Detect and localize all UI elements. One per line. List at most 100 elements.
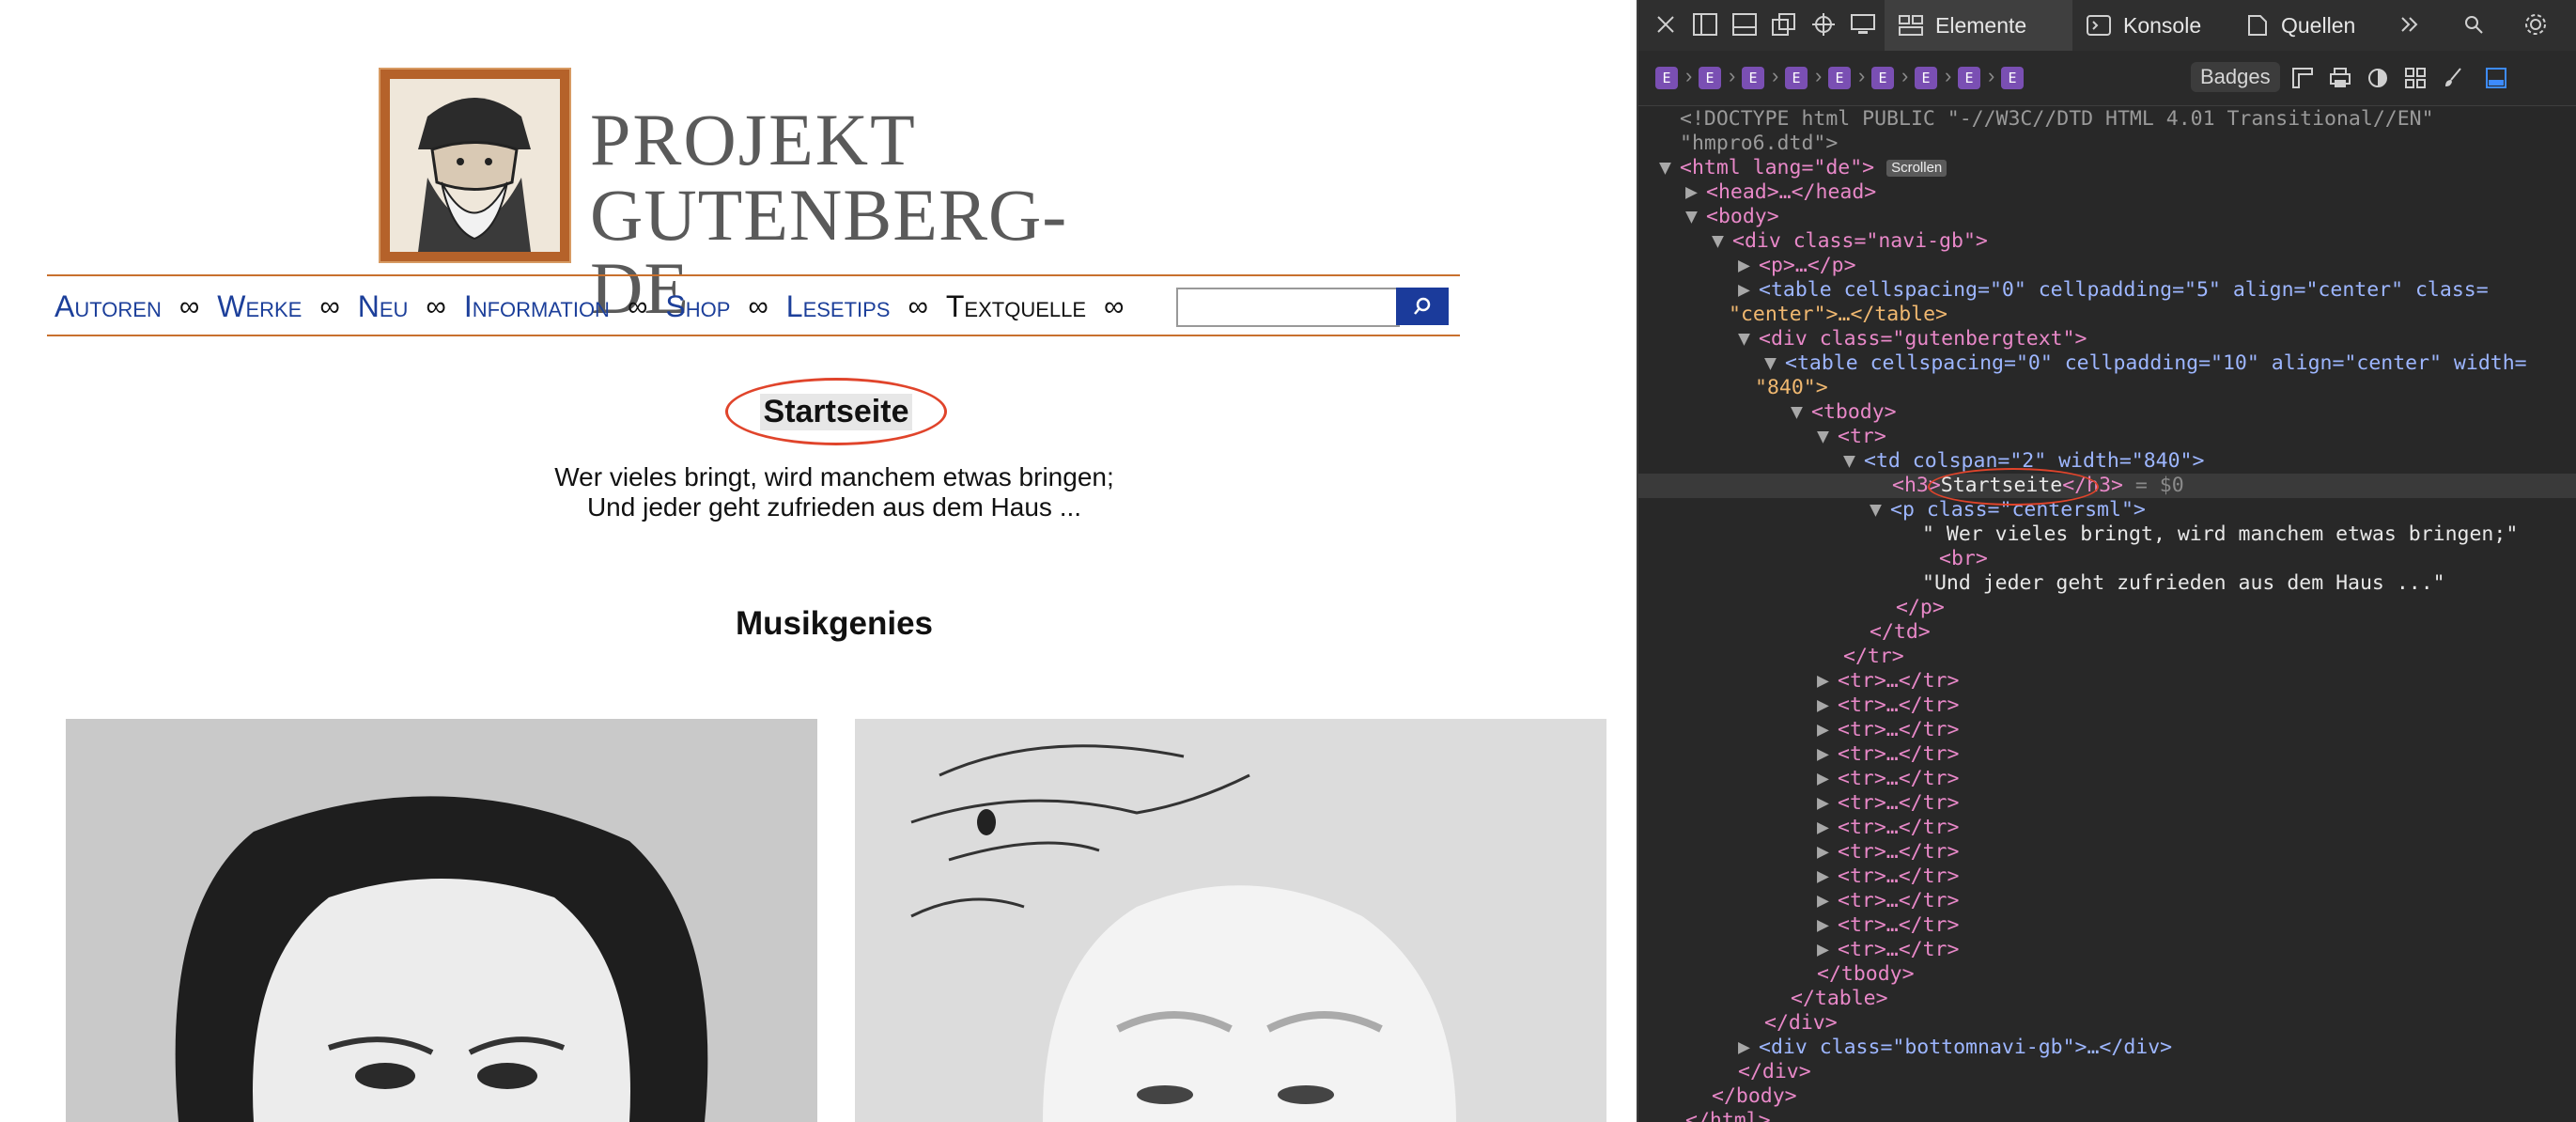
highlight-annotation <box>1928 468 2099 506</box>
chevron-right-icon: › <box>1945 64 1952 87</box>
nav-link-lesetips[interactable]: Lesetips <box>786 289 891 324</box>
tree-node-div-gutenbergtext[interactable]: ▼ <div class="gutenbergtext"> <box>1738 327 2087 351</box>
tree-node-tr-collapsed[interactable]: ▶ <tr>…</tr> <box>1817 840 1959 865</box>
search-icon[interactable] <box>2458 8 2490 40</box>
tree-node-body[interactable]: ▼ <body> <box>1685 205 1779 229</box>
tree-node-table-close: </table> <box>1791 987 1888 1010</box>
tree-node-div-bottomnavi[interactable]: ▶ <div class="bottomnavi-gb">…</div> <box>1738 1036 2172 1060</box>
grid-icon[interactable] <box>2399 62 2431 94</box>
tree-node-html[interactable]: ▼ <html lang="de"> Scrollen <box>1659 156 1948 180</box>
site-logo[interactable]: PROJEKT GUTENBERG-DE <box>379 68 1130 325</box>
collapsed-triangle-icon: ▶ <box>1817 767 1829 790</box>
collapsed-triangle-icon: ▶ <box>1817 938 1829 961</box>
breadcrumb-element[interactable]: E <box>1871 67 1894 89</box>
devtools-toolbar: Elemente Konsole Quellen <box>1638 0 2576 52</box>
elements-tab-icon <box>1899 15 1923 36</box>
tree-node-tr-collapsed[interactable]: ▶ <tr>…</tr> <box>1817 718 1959 742</box>
tree-node-table-center[interactable]: ▶ <table cellspacing="0" cellpadding="5" … <box>1738 278 2489 303</box>
quote-line-2: Und jeder geht zufrieden aus dem Haus ..… <box>586 492 1082 522</box>
tree-node-h3-selected[interactable]: <h3>Startseite</h3> = $0 <box>1638 474 2576 498</box>
tree-node-p[interactable]: ▶ <p>…</p> <box>1738 254 1856 278</box>
breadcrumb-element[interactable]: E <box>1699 67 1721 89</box>
expanded-triangle-icon: ▼ <box>1738 327 1750 351</box>
collapsed-triangle-icon: ▶ <box>1817 889 1829 912</box>
settings-gear-icon[interactable] <box>2520 8 2552 40</box>
layout-ruler-icon[interactable] <box>2287 62 2319 94</box>
composer-photo-right[interactable] <box>855 719 1606 1122</box>
expanded-triangle-icon: ▼ <box>1685 205 1698 228</box>
search-input[interactable] <box>1176 288 1400 327</box>
tree-node-tr-collapsed[interactable]: ▶ <tr>…</tr> <box>1817 889 1959 913</box>
dock-bottom-icon[interactable] <box>1729 8 1761 40</box>
nav-link-textquelle[interactable]: Textquelle <box>946 289 1086 324</box>
tree-node-td-close: </td> <box>1870 620 1931 644</box>
chevron-right-icon: › <box>1772 64 1779 87</box>
tree-node-text-1[interactable]: " Wer vieles bringt, wird manchem etwas … <box>1922 522 2518 547</box>
element-picker-icon[interactable] <box>1808 8 1839 40</box>
breadcrumb-element[interactable]: E <box>1655 67 1678 89</box>
badges-button[interactable]: Badges <box>2191 62 2280 92</box>
sources-tab-icon <box>2248 15 2267 36</box>
tree-node-tr-collapsed[interactable]: ▶ <tr>…</tr> <box>1817 767 1959 791</box>
tree-node-head[interactable]: ▶ <head>…</head> <box>1685 180 1876 205</box>
separate-window-icon[interactable] <box>1768 8 1800 40</box>
breadcrumb-element[interactable]: E <box>1742 67 1764 89</box>
tree-node-tr-collapsed[interactable]: ▶ <tr>…</tr> <box>1817 693 1959 718</box>
expanded-triangle-icon: ▼ <box>1659 156 1671 179</box>
nav-link-information[interactable]: Information <box>464 289 610 324</box>
tree-node-text-2[interactable]: "Und jeder geht zufrieden aus dem Haus .… <box>1922 571 2445 596</box>
scroll-badge[interactable]: Scrollen <box>1886 160 1948 177</box>
tab-console[interactable]: Konsole <box>2072 0 2230 51</box>
tree-node-tr[interactable]: ▼ <tr> <box>1817 425 1886 449</box>
nav-separator: ∞ <box>426 290 446 322</box>
nav-separator: ∞ <box>908 290 928 322</box>
tree-node-p-close: </p> <box>1896 596 1945 619</box>
expanded-triangle-icon: ▼ <box>1817 425 1829 448</box>
tree-node-html-close: </html> <box>1685 1109 1771 1122</box>
breadcrumb-element[interactable]: E <box>2001 67 2024 89</box>
tree-node-tr-collapsed[interactable]: ▶ <tr>…</tr> <box>1817 816 1959 840</box>
nav-separator: ∞ <box>627 290 648 322</box>
breadcrumb-element[interactable]: E <box>1915 67 1937 89</box>
gutenberg-portrait <box>379 68 571 263</box>
composer-photo-left[interactable] <box>66 719 817 1122</box>
breadcrumb-element[interactable]: E <box>1958 67 1980 89</box>
devtools-panel: Elemente Konsole Quellen E › E › E › E ›… <box>1637 0 2576 1122</box>
tab-sources[interactable]: Quellen <box>2230 0 2371 51</box>
tree-node-tbody[interactable]: ▼ <tbody> <box>1791 400 1897 425</box>
sidebar-toggle-icon[interactable] <box>2480 62 2512 94</box>
chevron-right-icon: › <box>1815 64 1823 87</box>
tree-node-br[interactable]: <br> <box>1939 547 1988 571</box>
tree-node-tr-collapsed[interactable]: ▶ <tr>…</tr> <box>1817 791 1959 816</box>
collapsed-triangle-icon: ▶ <box>1685 180 1698 204</box>
nav-link-autoren[interactable]: Autoren <box>54 289 162 324</box>
more-tabs-icon[interactable] <box>2394 8 2426 40</box>
tree-node-tr-collapsed[interactable]: ▶ <tr>…</tr> <box>1817 938 1959 962</box>
collapsed-triangle-icon: ▶ <box>1817 865 1829 888</box>
collapsed-triangle-icon: ▶ <box>1817 669 1829 693</box>
nav-link-shop[interactable]: Shop <box>665 289 730 324</box>
tree-node-tr-collapsed[interactable]: ▶ <tr>…</tr> <box>1817 669 1959 693</box>
breadcrumb-element[interactable]: E <box>1828 67 1851 89</box>
nav-link-neu[interactable]: Neu <box>358 289 409 324</box>
page-title: Startseite <box>759 393 913 430</box>
breadcrumb-element[interactable]: E <box>1785 67 1808 89</box>
tree-node-tr-collapsed[interactable]: ▶ <tr>…</tr> <box>1817 913 1959 938</box>
chevron-right-icon: › <box>1988 64 1995 87</box>
close-icon[interactable] <box>1650 8 1682 40</box>
paintbrush-icon[interactable] <box>2437 62 2469 94</box>
color-scheme-icon[interactable] <box>2362 62 2394 94</box>
tree-node-tr-collapsed[interactable]: ▶ <tr>…</tr> <box>1817 742 1959 767</box>
tree-node-div-navi[interactable]: ▼ <div class="navi-gb"> <box>1712 229 1988 254</box>
dock-left-icon[interactable] <box>1689 8 1721 40</box>
tree-node-tr-collapsed[interactable]: ▶ <tr>…</tr> <box>1817 865 1959 889</box>
device-mode-icon[interactable] <box>1847 8 1879 40</box>
tree-node-doctype[interactable]: <!DOCTYPE html PUBLIC "-//W3C//DTD HTML … <box>1680 107 2434 132</box>
print-icon[interactable] <box>2324 62 2356 94</box>
nav-link-werke[interactable]: Werke <box>217 289 302 324</box>
tab-elements[interactable]: Elemente <box>1885 0 2072 51</box>
tree-node-doctype-cont: "hmpro6.dtd"> <box>1680 132 1839 155</box>
section-title: Musikgenies <box>735 605 934 642</box>
tree-node-table-840[interactable]: ▼ <table cellspacing="0" cellpadding="10"… <box>1764 351 2527 376</box>
search-button[interactable] <box>1396 288 1449 325</box>
